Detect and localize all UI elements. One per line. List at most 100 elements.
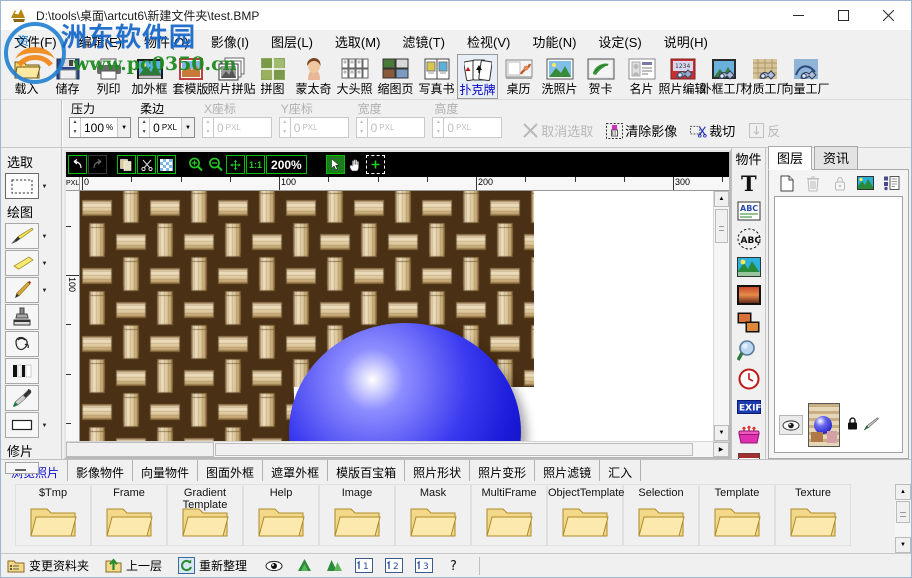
browser-scrollbar[interactable]: ▲ ▼ <box>895 484 911 553</box>
spinner-arrows[interactable]: ▲▼ <box>280 118 291 137</box>
toolbar-button-0[interactable]: 载入 <box>6 54 47 99</box>
folder-item-0[interactable]: $Tmp <box>15 484 91 546</box>
layers-list[interactable] <box>774 196 903 453</box>
toolbar-button-1[interactable]: 储存 <box>47 54 88 99</box>
sort-desc-icon[interactable] <box>323 557 345 575</box>
spinner-down-arrow[interactable]: ▼ <box>357 128 367 138</box>
close-button[interactable] <box>866 1 911 30</box>
layer-row-background[interactable] <box>779 402 898 448</box>
menu-item-9[interactable]: 设定(S) <box>587 29 652 55</box>
toolbar-button-5[interactable]: 照片拼贴 <box>211 54 252 99</box>
toolbar-button-18[interactable]: 材质工厂 <box>744 54 785 99</box>
copy-icon[interactable] <box>117 155 136 174</box>
option-spinner[interactable]: ▲▼100%▼ <box>69 117 131 138</box>
gradient-object-icon[interactable] <box>735 281 763 308</box>
cut-icon[interactable] <box>137 155 156 174</box>
folder-item-1[interactable]: Frame <box>91 484 167 546</box>
menu-item-3[interactable]: 影像(I) <box>200 29 260 55</box>
exif-object-icon[interactable]: EXIF <box>735 393 763 420</box>
spinner-down-arrow[interactable]: ▼ <box>203 128 213 138</box>
menu-item-8[interactable]: 功能(N) <box>521 29 587 55</box>
text-tool-icon[interactable]: T <box>735 169 763 196</box>
status-item-2[interactable]: 重新整理 <box>178 557 247 574</box>
zoom-in-icon[interactable] <box>186 155 205 174</box>
option-field-value[interactable]: 100 <box>81 121 106 135</box>
vscroll-track[interactable] <box>714 207 729 425</box>
option-field-value[interactable]: 0 <box>291 121 303 135</box>
layer-visibility-toggle[interactable] <box>779 415 803 435</box>
scroll-right-button[interactable]: ▶ <box>713 442 729 457</box>
fit-screen-icon[interactable] <box>226 155 245 174</box>
bottom-tab-1[interactable]: 影像物件 <box>68 460 133 481</box>
vertical-ruler[interactable]: 100100 <box>66 191 80 441</box>
folder-item-10[interactable]: Texture <box>775 484 851 546</box>
bottom-tab-4[interactable]: 遮罩外框 <box>263 460 328 481</box>
browser-scroll-down[interactable]: ▼ <box>895 537 911 553</box>
zoom-out-icon[interactable] <box>206 155 225 174</box>
toolbar-button-14[interactable]: 贺卡 <box>580 54 621 99</box>
layer-properties-icon[interactable] <box>882 173 903 193</box>
spinner-up-arrow[interactable]: ▲ <box>139 118 149 128</box>
spinner-up-arrow[interactable]: ▲ <box>280 118 290 128</box>
arrow-select-icon[interactable] <box>326 155 345 174</box>
eyedropper-icon[interactable] <box>5 385 39 411</box>
folder-item-3[interactable]: Help <box>243 484 319 546</box>
spinner-down-arrow[interactable]: ▼ <box>139 128 149 138</box>
repair-tool-icon[interactable] <box>5 462 39 474</box>
panel-tab-0[interactable]: 图层 <box>768 146 812 170</box>
cake-object-icon[interactable] <box>735 421 763 448</box>
menu-item-6[interactable]: 滤镜(T) <box>391 29 456 55</box>
redo-icon[interactable] <box>88 155 107 174</box>
folder-item-7[interactable]: ObjectTemplate <box>547 484 623 546</box>
toolbar-button-2[interactable]: 列印 <box>88 54 129 99</box>
actual-size-icon[interactable]: 1:1 <box>246 155 265 174</box>
preview-eye-icon[interactable] <box>263 557 285 575</box>
bottom-tab-3[interactable]: 图面外框 <box>198 460 263 481</box>
toolbar-button-11[interactable]: 扑克牌 <box>457 54 498 99</box>
canvas-horizontal-scrollbar[interactable]: ▶ <box>66 441 729 457</box>
image-object-icon[interactable] <box>735 253 763 280</box>
option-dropdown-arrow[interactable]: ▼ <box>181 118 194 137</box>
folder-item-8[interactable]: Selection <box>623 484 699 546</box>
marquee-select-icon[interactable] <box>5 173 39 199</box>
hscroll-track[interactable] <box>214 442 713 457</box>
new-layer-icon[interactable] <box>776 173 797 193</box>
option-action-2[interactable]: 裁切 <box>690 121 735 140</box>
folder-item-6[interactable]: MultiFrame <box>471 484 547 546</box>
paintbrush-icon[interactable] <box>5 223 39 249</box>
option-spinner[interactable]: ▲▼0PXL▼ <box>138 117 195 138</box>
shape-rect-icon[interactable] <box>5 412 39 438</box>
option-spinner[interactable]: ▲▼0PXL <box>432 117 502 138</box>
toolbar-button-6[interactable]: 拼图 <box>252 54 293 99</box>
toolbar-button-8[interactable]: 大头照 <box>334 54 375 99</box>
pencil-icon[interactable] <box>5 277 39 303</box>
option-field-value[interactable]: 0 <box>444 121 456 135</box>
zoom-level-label[interactable]: 200% <box>266 155 307 174</box>
paint-bucket-icon[interactable] <box>5 331 39 357</box>
ruler-unit-label[interactable]: PXL <box>66 177 80 191</box>
bottom-tab-6[interactable]: 照片形状 <box>405 460 470 481</box>
folder-list[interactable]: $TmpFrameGradient TemplateHelpImageMaskM… <box>15 484 893 553</box>
eraser-icon[interactable] <box>5 250 39 276</box>
folder-item-4[interactable]: Image <box>319 484 395 546</box>
maximize-button[interactable] <box>821 1 866 30</box>
spinner-arrows[interactable]: ▲▼ <box>70 118 81 137</box>
spinner-down-arrow[interactable]: ▼ <box>280 128 290 138</box>
toolbar-button-19[interactable]: 向量工厂 <box>785 54 826 99</box>
hscroll-left-pane[interactable] <box>66 442 214 457</box>
spinner-up-arrow[interactable]: ▲ <box>70 118 80 128</box>
view-size-2-icon[interactable]: 2 <box>383 557 405 575</box>
option-action-3[interactable]: 反 <box>748 121 780 140</box>
menu-item-5[interactable]: 选取(M) <box>324 29 392 55</box>
view-size-3-icon[interactable]: 3 <box>413 557 435 575</box>
browser-scroll-track[interactable] <box>895 500 911 537</box>
toolbar-button-4[interactable]: 套模版 <box>170 54 211 99</box>
help-question-icon[interactable]: ? <box>443 557 465 575</box>
tool-flyout-arrow[interactable]: ▼ <box>39 234 50 240</box>
option-spinner[interactable]: ▲▼0PXL <box>356 117 426 138</box>
menu-item-1[interactable]: 编辑(E) <box>68 29 133 55</box>
option-action-1[interactable]: 清除影像 <box>606 121 677 140</box>
tool-flyout-arrow[interactable]: ▼ <box>39 261 50 267</box>
spinner-up-arrow[interactable]: ▲ <box>433 118 443 128</box>
spinner-arrows[interactable]: ▲▼ <box>433 118 444 137</box>
